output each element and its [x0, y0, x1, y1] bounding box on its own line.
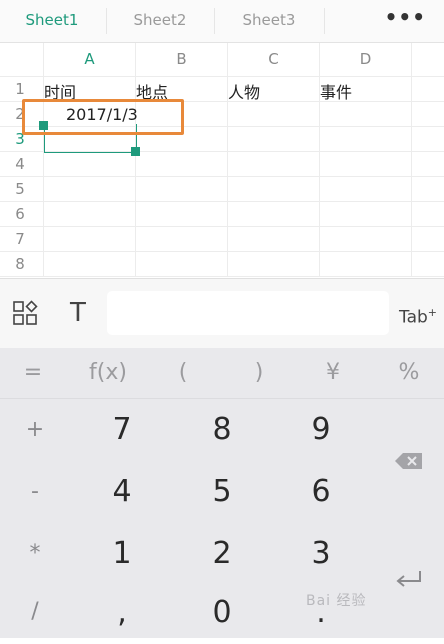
text-format-icon[interactable]: T	[60, 291, 96, 335]
tab-key-button[interactable]: Tab+	[398, 291, 438, 335]
watermark-text: Bai 经验	[306, 593, 367, 609]
key-yen[interactable]: ¥	[308, 348, 358, 398]
tab-key-label: Tab	[399, 307, 428, 328]
tab-sheet2[interactable]: Sheet2	[108, 0, 212, 42]
row-header-7[interactable]: 7	[0, 227, 40, 251]
enter-icon[interactable]	[384, 548, 434, 610]
column-header-c[interactable]: C	[228, 43, 319, 76]
key-percent[interactable]: %	[384, 348, 434, 398]
spreadsheet-grid[interactable]: A B C D 1 2 3 4 5 6 7 8 时间 地点 人物 事件 2017…	[0, 43, 444, 277]
key-7[interactable]: 7	[92, 399, 152, 461]
column-header-b[interactable]: B	[136, 43, 227, 76]
grid-line	[0, 251, 444, 252]
row-header-5[interactable]: 5	[0, 177, 40, 201]
key-minus[interactable]: -	[10, 461, 60, 523]
formula-input[interactable]	[107, 291, 389, 335]
key-3[interactable]: 3	[291, 523, 351, 585]
numeric-keypad: = f(x) ( ) ¥ % + - * / 7 8 9 4 5 6 1 2 3…	[0, 348, 444, 638]
key-0[interactable]: 0	[192, 582, 252, 644]
tab-divider	[324, 8, 325, 34]
tab-sheet3[interactable]: Sheet3	[216, 0, 322, 42]
cell-c1[interactable]: 人物	[228, 79, 260, 103]
key-6[interactable]: 6	[291, 461, 351, 523]
grid-line	[411, 43, 412, 277]
key-9[interactable]: 9	[291, 399, 351, 461]
key-close-paren[interactable]: )	[234, 348, 284, 398]
key-1[interactable]: 1	[92, 523, 152, 585]
key-2[interactable]: 2	[192, 523, 252, 585]
tab-divider	[214, 8, 215, 34]
highlight-annotation	[22, 99, 184, 135]
key-4[interactable]: 4	[92, 461, 152, 523]
key-5[interactable]: 5	[192, 461, 252, 523]
formula-toolbar: T Tab+	[0, 278, 444, 349]
key-open-paren[interactable]: (	[158, 348, 208, 398]
tab-sheet1[interactable]: Sheet1	[0, 0, 104, 42]
key-equals[interactable]: =	[8, 348, 58, 398]
cell-d1[interactable]: 事件	[320, 79, 352, 103]
tab-divider	[106, 8, 107, 34]
apps-grid-icon[interactable]	[8, 291, 42, 335]
row-header-6[interactable]: 6	[0, 202, 40, 226]
function-key-row: = f(x) ( ) ¥ %	[0, 348, 444, 399]
key-divide[interactable]: /	[10, 581, 60, 643]
grid-line	[0, 201, 444, 202]
backspace-icon[interactable]	[384, 430, 434, 492]
selection-handle-bottom[interactable]	[131, 147, 140, 156]
row-header-4[interactable]: 4	[0, 152, 40, 176]
row-header-8[interactable]: 8	[0, 252, 40, 276]
column-header-d[interactable]: D	[320, 43, 411, 76]
key-plus[interactable]: +	[10, 399, 60, 461]
column-header-a[interactable]: A	[44, 43, 135, 76]
key-function[interactable]: f(x)	[78, 348, 138, 398]
grid-line	[0, 176, 444, 177]
sheet-tabs-bar: Sheet1 Sheet2 Sheet3 •••	[0, 0, 444, 43]
key-comma[interactable]: ,	[92, 582, 152, 644]
grid-line	[0, 226, 444, 227]
key-multiply[interactable]: *	[10, 523, 60, 585]
key-8[interactable]: 8	[192, 399, 252, 461]
more-options-icon[interactable]: •••	[385, 0, 426, 42]
grid-line	[0, 276, 444, 277]
grid-line	[0, 76, 444, 77]
row-header-1[interactable]: 1	[0, 77, 40, 101]
